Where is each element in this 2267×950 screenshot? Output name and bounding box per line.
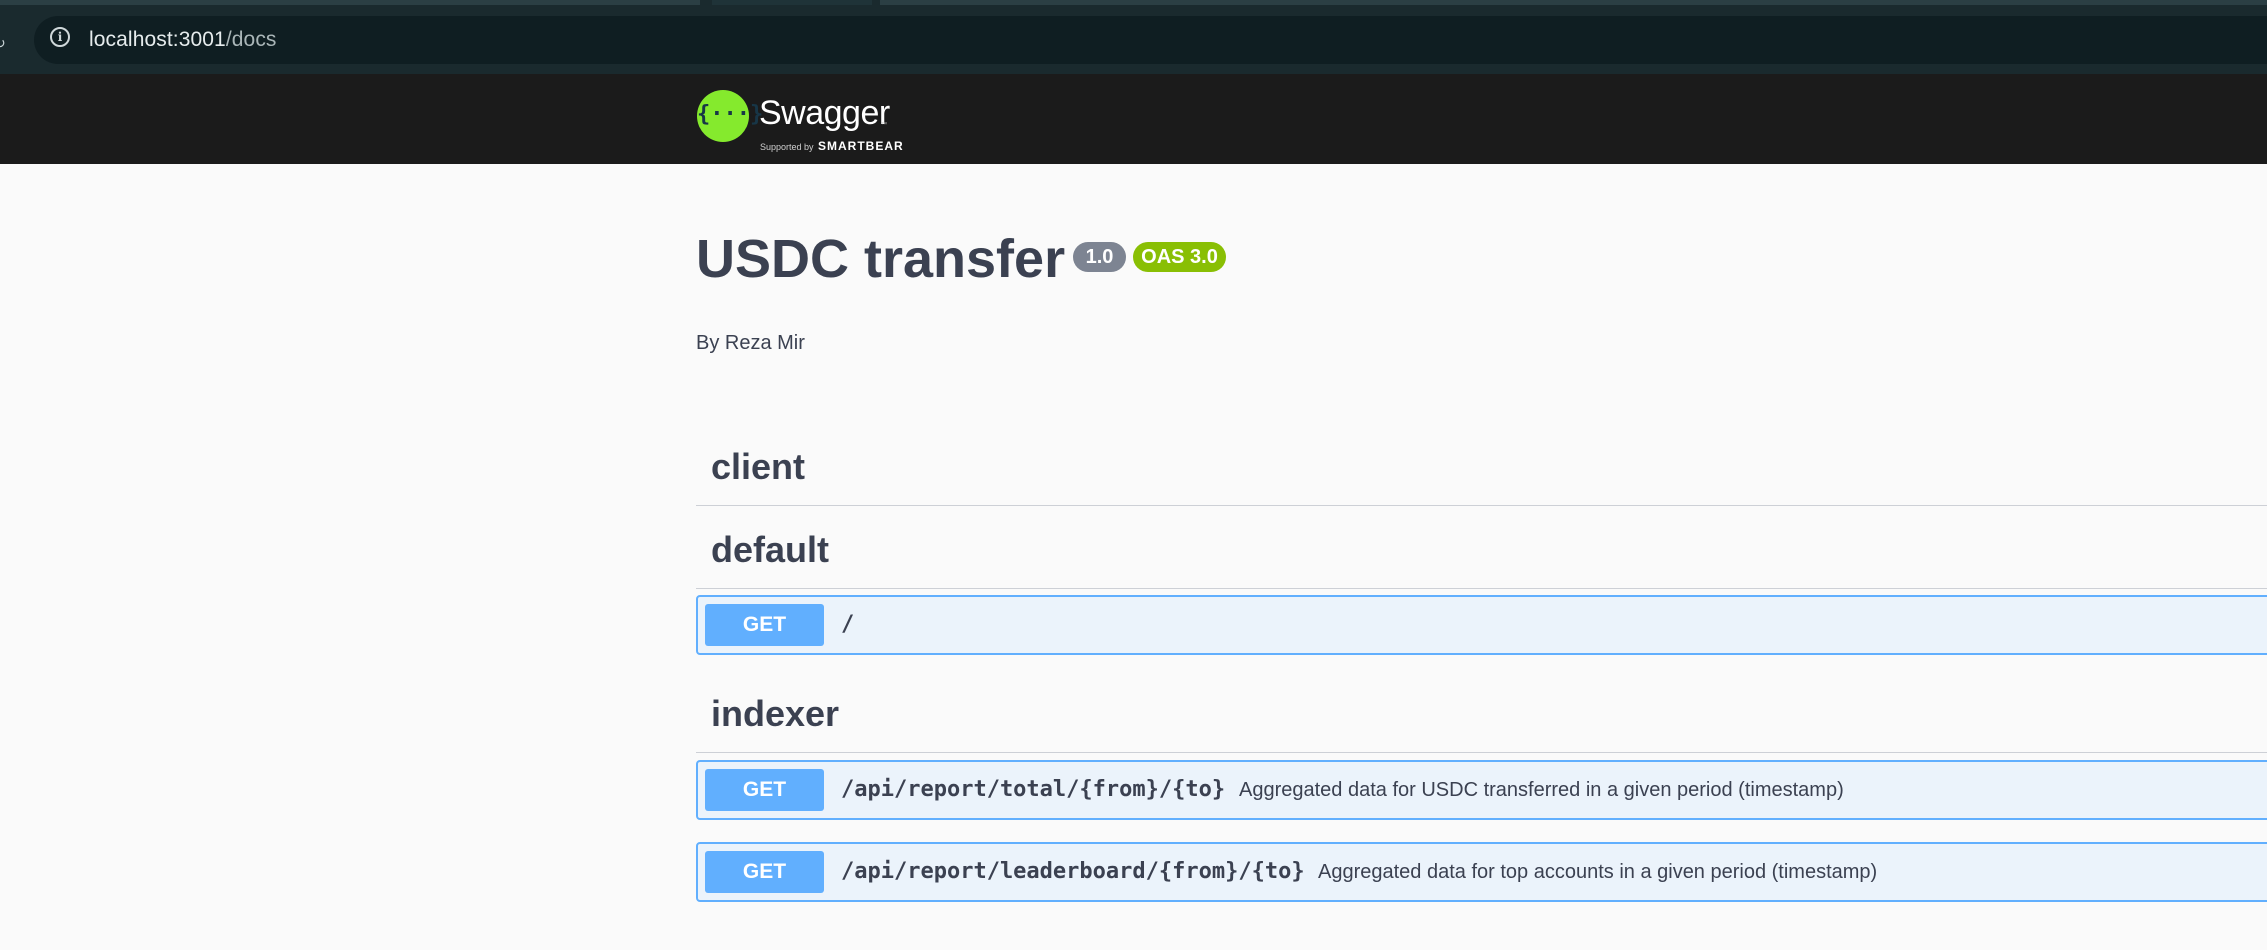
browser-tab[interactable] — [0, 0, 700, 5]
url-text[interactable]: localhost:3001/docs — [89, 28, 277, 52]
oas-version-badge: OAS 3.0 — [1133, 242, 1226, 272]
operation-get-root[interactable]: GET / — [696, 595, 2267, 655]
tag-section-client[interactable]: client — [696, 426, 2267, 506]
api-title: USDC transfer — [696, 229, 1066, 289]
address-bar[interactable] — [34, 16, 2267, 64]
method-badge-get: GET — [705, 851, 824, 893]
operation-get-report-total[interactable]: GET /api/report/total/{from}/{to} Aggreg… — [696, 760, 2267, 820]
supported-by-smartbear: Supported by SMARTBEAR — [760, 137, 904, 155]
trademark-mark: ™ — [881, 122, 887, 128]
browser-tab[interactable] — [712, 0, 872, 5]
tag-section-default[interactable]: default — [696, 509, 2267, 589]
reload-icon[interactable]: ↻ — [0, 36, 8, 50]
operation-summary: Aggregated data for USDC transferred in … — [1239, 779, 1844, 801]
browser-tab[interactable] — [880, 0, 2267, 5]
swagger-logo-text[interactable]: Swagger — [759, 94, 890, 133]
tag-name: default — [711, 529, 830, 570]
url-host: localhost:3001 — [89, 28, 226, 51]
site-info-icon[interactable]: i — [50, 27, 70, 47]
operation-path: / — [841, 612, 855, 637]
tag-section-indexer[interactable]: indexer — [696, 673, 2267, 753]
operation-path: /api/report/total/{from}/{to} — [841, 777, 1226, 802]
swagger-logo-icon[interactable]: {···} — [697, 90, 764, 142]
supported-by-label: Supported by — [760, 142, 814, 152]
operation-summary: Aggregated data for top accounts in a gi… — [1318, 861, 1878, 883]
browser-tab-strip — [0, 0, 2267, 14]
method-badge-get: GET — [705, 769, 824, 811]
smartbear-brand: SMARTBEAR — [818, 139, 904, 153]
api-author: By Reza Mir — [696, 332, 805, 354]
operation-get-report-leaderboard[interactable]: GET /api/report/leaderboard/{from}/{to} … — [696, 842, 2267, 902]
swagger-logo-glyph: {···} — [697, 102, 764, 127]
tag-name: indexer — [711, 693, 840, 734]
tag-name: client — [711, 446, 806, 487]
swagger-topbar: {···} Swagger ™ Supported by SMARTBEAR — [0, 74, 2267, 164]
url-path: /docs — [225, 28, 277, 51]
operation-path: /api/report/leaderboard/{from}/{to} — [841, 859, 1305, 884]
version-badge: 1.0 — [1073, 242, 1126, 272]
browser-toolbar: ↻ i localhost:3001/docs — [0, 14, 2267, 74]
method-badge-get: GET — [705, 604, 824, 646]
